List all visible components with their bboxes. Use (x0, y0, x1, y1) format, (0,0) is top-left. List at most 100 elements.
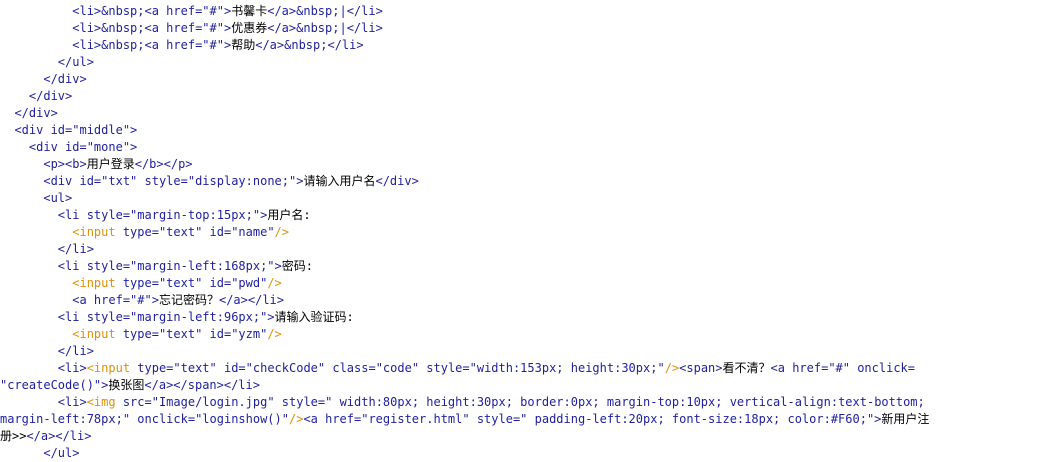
code-token: 用户登录 (86, 157, 135, 171)
code-line[interactable]: <li style="margin-top:15px;">用户名: (0, 207, 1042, 224)
code-token: <div id="mone"> (28, 140, 138, 154)
code-line[interactable]: <li>&nbsp;<a href="#">优惠券</a>&nbsp;|</li… (0, 20, 1042, 37)
code-line[interactable]: <li><img src="Image/login.jpg" style=" w… (0, 394, 1042, 411)
code-token: <li> (57, 361, 87, 375)
code-token: </a>&nbsp;</li> (255, 38, 364, 52)
code-token: margin-left:78px;" onclick="loginshow()" (0, 412, 289, 426)
code-token: 密码: (281, 259, 313, 273)
code-line[interactable]: margin-left:78px;" onclick="loginshow()"… (0, 411, 1042, 428)
code-token: <input (72, 276, 123, 290)
code-line[interactable]: </div> (0, 71, 1042, 88)
code-token: 册>> (0, 429, 27, 443)
code-token: <a href="#"> (72, 293, 159, 307)
code-line[interactable]: </div> (0, 88, 1042, 105)
code-token: src="Image/login.jpg" style=" width:80px… (122, 395, 925, 409)
code-token: <a href="#" onclick= (770, 361, 916, 375)
code-line[interactable]: 册>></a></li> (0, 428, 1042, 445)
code-token: </li> (57, 344, 94, 358)
code-token: <img (86, 395, 123, 409)
code-token: <li style="margin-left:168px;"> (57, 259, 282, 273)
code-token: </a></li> (26, 429, 92, 443)
code-token: </a></li> (218, 293, 284, 307)
code-line[interactable]: <p><b>用户登录</b></p> (0, 156, 1042, 173)
code-editor[interactable]: <li>&nbsp;<a href="#">书馨卡</a>&nbsp;|</li… (0, 0, 1042, 461)
code-token: 忘记密码？ (158, 293, 219, 307)
code-token: type="text" id="name" (122, 225, 275, 239)
code-token: 请输入用户名 (303, 174, 376, 188)
code-token: <input (72, 327, 123, 341)
code-token: <input (72, 225, 123, 239)
code-line[interactable]: <div id="mone"> (0, 139, 1042, 156)
code-line[interactable]: <div id="middle"> (0, 122, 1042, 139)
code-line[interactable]: </div> (0, 105, 1042, 122)
code-token: </div> (14, 106, 58, 120)
code-token: <li style="margin-left:96px;"> (57, 310, 275, 324)
code-token: /> (267, 276, 282, 290)
code-token: <input (86, 361, 138, 375)
code-line[interactable]: <input type="text" id="pwd"/> (0, 275, 1042, 292)
code-line[interactable]: </li> (0, 241, 1042, 258)
code-token: </li> (57, 242, 94, 256)
code-token: <li>&nbsp;<a href="#"> (72, 21, 232, 35)
code-token: 用户名: (267, 208, 311, 222)
code-token: 优惠券 (231, 21, 268, 35)
code-token: 请输入验证码: (274, 310, 354, 324)
code-token: /> (274, 225, 289, 239)
code-token: <li>&nbsp;<a href="#"> (72, 38, 232, 52)
code-token: <p><b> (43, 157, 87, 171)
code-token: 换张图 (108, 378, 145, 392)
code-token: /> (288, 412, 304, 426)
code-line[interactable]: <li>&nbsp;<a href="#">书馨卡</a>&nbsp;|</li… (0, 3, 1042, 20)
code-token: 看不清？ (722, 361, 771, 375)
code-token: 帮助 (231, 38, 256, 52)
code-line[interactable]: </ul> (0, 54, 1042, 71)
code-token: </b></p> (134, 157, 193, 171)
code-token: </a></span></li> (144, 378, 260, 392)
code-line[interactable]: <li style="margin-left:96px;">请输入验证码: (0, 309, 1042, 326)
code-line[interactable]: <input type="text" id="yzm"/> (0, 326, 1042, 343)
code-line[interactable]: </ul> (0, 445, 1042, 462)
code-token: <li style="margin-top:15px;"> (57, 208, 268, 222)
code-token: type="text" id="pwd" (122, 276, 268, 290)
code-line[interactable]: <li><input type="text" id="checkCode" cl… (0, 360, 1042, 377)
code-token: /> (664, 361, 680, 375)
code-line[interactable]: <div id="txt" style="display:none;">请输入用… (0, 173, 1042, 190)
code-token: </div> (28, 89, 73, 103)
code-token: type="text" id="checkCode" class="code" … (137, 361, 665, 375)
code-token: </div> (43, 72, 87, 86)
code-token: <li>&nbsp;<a href="#"> (72, 4, 232, 18)
code-token: <a href="register.html" style=" padding-… (303, 412, 882, 426)
code-token: </ul> (57, 55, 94, 69)
code-token: </ul> (43, 446, 80, 460)
code-line[interactable]: </li> (0, 343, 1042, 360)
code-token: 书馨卡 (231, 4, 268, 18)
code-line[interactable]: <li>&nbsp;<a href="#">帮助</a>&nbsp;</li> (0, 37, 1042, 54)
code-line[interactable]: <a href="#">忘记密码？</a></li> (0, 292, 1042, 309)
code-line[interactable]: "createCode()">换张图</a></span></li> (0, 377, 1042, 394)
code-token: 新用户注 (881, 412, 930, 426)
code-token: </div> (375, 174, 419, 188)
code-line[interactable]: <ul> (0, 190, 1042, 207)
code-token: <span> (679, 361, 723, 375)
code-token: <ul> (43, 191, 73, 205)
code-token: "createCode()"> (0, 378, 109, 392)
code-line[interactable]: <li style="margin-left:168px;">密码: (0, 258, 1042, 275)
code-line[interactable]: <input type="text" id="name"/> (0, 224, 1042, 241)
